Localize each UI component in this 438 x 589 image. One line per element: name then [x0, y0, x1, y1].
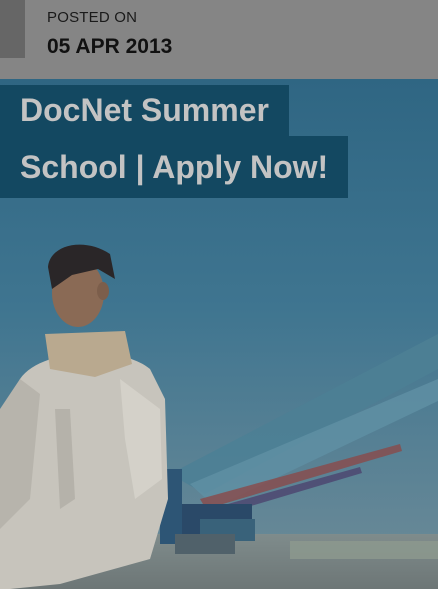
accent-bar	[0, 0, 25, 58]
posted-on-label: POSTED ON	[47, 9, 138, 26]
post-title-line-2[interactable]: School | Apply Now!	[0, 136, 349, 198]
post-card[interactable]: DocNet Summer School | Apply Now!	[0, 79, 438, 589]
post-meta-header: POSTED ON 05 APR 2013	[0, 0, 438, 79]
post-title-line-1[interactable]: DocNet Summer	[0, 85, 289, 137]
post-date: 05 APR 2013	[47, 35, 173, 58]
